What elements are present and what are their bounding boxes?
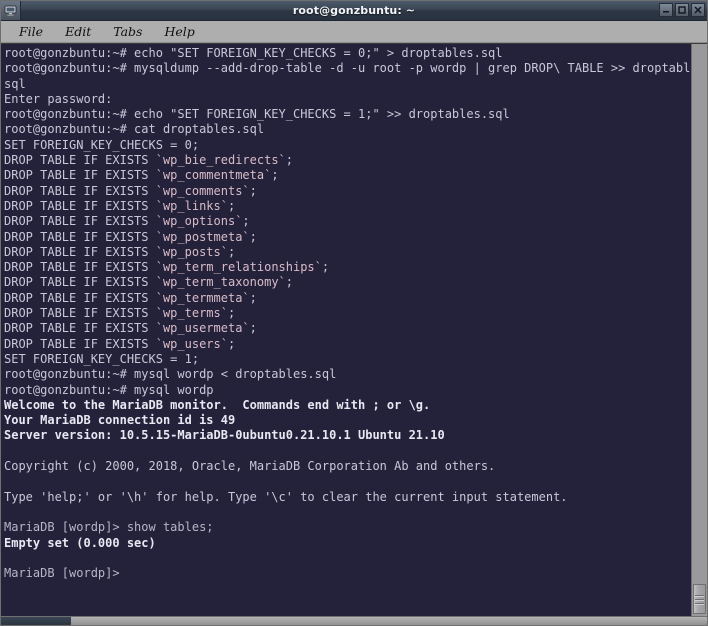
sql-statement-text: DROP TABLE IF EXISTS: [4, 275, 156, 290]
terminal-window: root@gonzbuntu: ~ File Edit Tabs Help ro…: [0, 0, 708, 626]
window-controls: [659, 3, 705, 17]
sql-statement-text: ;: [227, 198, 236, 213]
terminal-line: DROP TABLE IF EXISTS `wp_options`;: [4, 214, 691, 229]
terminal-line: root@gonzbuntu:~# echo "SET FOREIGN_KEY_…: [4, 107, 510, 122]
sql-statement-text: ;: [227, 244, 236, 259]
sql-statement-text: ;: [227, 336, 236, 351]
sql-statement-text: ;: [321, 260, 330, 275]
sql-statement-text: DROP TABLE IF EXISTS: [4, 244, 156, 259]
terminal-line: root@gonzbuntu:~# mysqldump --add-drop-t…: [4, 61, 691, 76]
terminal-line: DROP TABLE IF EXISTS `wp_term_taxonomy`;: [4, 275, 691, 290]
sql-statement-text: ;: [249, 290, 257, 305]
title-bar[interactable]: root@gonzbuntu: ~: [1, 1, 707, 21]
sql-table-identifier: `wp_commentmeta`: [155, 168, 272, 183]
terminal-line: DROP TABLE IF EXISTS `wp_term_relationsh…: [4, 260, 691, 275]
terminal-line: Copyright (c) 2000, 2018, Oracle, MariaD…: [4, 459, 496, 474]
menu-item-edit[interactable]: Edit: [55, 22, 103, 41]
terminal-line: sql: [4, 76, 26, 91]
terminal-line: Your MariaDB connection id is 49: [4, 413, 236, 428]
sql-table-identifier: `wp_term_taxonomy`: [155, 275, 286, 290]
sql-statement-text: DROP TABLE IF EXISTS: [4, 290, 156, 305]
terminal-line: DROP TABLE IF EXISTS `wp_posts`;: [4, 245, 691, 260]
terminal-line: MariaDB [wordp]> show tables;: [4, 520, 214, 535]
sql-statement-text: DROP TABLE IF EXISTS: [4, 183, 156, 198]
terminal-line: DROP TABLE IF EXISTS `wp_terms`;: [4, 306, 691, 321]
sql-table-identifier: `wp_links`: [155, 198, 228, 213]
sql-statement-text: DROP TABLE IF EXISTS: [4, 198, 156, 213]
sql-statement-text: DROP TABLE IF EXISTS: [4, 260, 156, 275]
sql-statement-text: ;: [227, 306, 236, 321]
terminal-line: DROP TABLE IF EXISTS `wp_links`;: [4, 199, 691, 214]
terminal-area: root@gonzbuntu:~# echo "SET FOREIGN_KEY_…: [1, 43, 707, 616]
sql-statement-text: DROP TABLE IF EXISTS: [4, 214, 156, 229]
menu-item-help[interactable]: Help: [154, 22, 206, 41]
scrollbar-grip-line: [695, 598, 704, 600]
scrollbar-grip-line: [695, 602, 704, 604]
sql-statement-text: ;: [285, 275, 293, 290]
terminal-output[interactable]: root@gonzbuntu:~# echo "SET FOREIGN_KEY_…: [1, 44, 691, 616]
sql-statement-text: ;: [285, 153, 293, 168]
close-button[interactable]: [691, 3, 705, 17]
terminal-line: root@gonzbuntu:~# echo "SET FOREIGN_KEY_…: [4, 46, 503, 60]
terminal-line: DROP TABLE IF EXISTS `wp_termmeta`;: [4, 291, 691, 306]
sql-statement-text: ;: [242, 214, 250, 229]
sql-table-identifier: `wp_posts`: [155, 244, 228, 259]
terminal-line: DROP TABLE IF EXISTS `wp_bie_redirects`;: [4, 153, 691, 168]
terminal-line: DROP TABLE IF EXISTS `wp_commentmeta`;: [4, 168, 691, 183]
resize-grip[interactable]: [1, 617, 71, 625]
terminal-line: root@gonzbuntu:~# mysql wordp < droptabl…: [4, 367, 337, 382]
sql-table-identifier: `wp_options`: [155, 214, 243, 229]
sql-statement-text: DROP TABLE IF EXISTS: [4, 336, 156, 351]
terminal-line: SET FOREIGN_KEY_CHECKS = 1;: [4, 351, 200, 366]
window-bottom-frame: [1, 616, 707, 625]
scrollbar-thumb[interactable]: [693, 584, 706, 614]
minimize-button[interactable]: [659, 3, 673, 17]
sql-statement-text: DROP TABLE IF EXISTS: [4, 153, 156, 168]
terminal-line: DROP TABLE IF EXISTS `wp_comments`;: [4, 184, 691, 199]
terminal-line: Enter password:: [4, 91, 113, 106]
sql-statement-text: ;: [249, 321, 257, 336]
terminal-line: root@gonzbuntu:~# cat droptables.sql: [4, 122, 265, 137]
sql-table-identifier: `wp_term_relationships`: [155, 260, 322, 275]
terminal-line: Welcome to the MariaDB monitor. Commands…: [4, 397, 431, 412]
sql-statement-text: ;: [249, 229, 257, 244]
terminal-line: SET FOREIGN_KEY_CHECKS = 0;: [4, 137, 200, 152]
terminal-line: MariaDB [wordp]>: [4, 566, 120, 581]
sql-table-identifier: `wp_bie_redirects`: [155, 153, 286, 168]
terminal-line: Type 'help;' or '\h' for help. Type '\c'…: [4, 489, 568, 504]
sql-statement-text: DROP TABLE IF EXISTS: [4, 168, 156, 183]
sql-statement-text: ;: [249, 183, 257, 198]
sql-table-identifier: `wp_users`: [155, 336, 228, 351]
menu-item-tabs[interactable]: Tabs: [103, 22, 154, 41]
terminal-scrollbar[interactable]: [691, 44, 707, 616]
terminal-monitor-icon: [1, 1, 21, 20]
sql-table-identifier: `wp_comments`: [155, 183, 250, 198]
sql-statement-text: DROP TABLE IF EXISTS: [4, 229, 156, 244]
terminal-line: Server version: 10.5.15-MariaDB-0ubuntu0…: [4, 428, 445, 443]
sql-table-identifier: `wp_usermeta`: [155, 321, 250, 336]
sql-statement-text: DROP TABLE IF EXISTS: [4, 321, 156, 336]
menu-bar: File Edit Tabs Help: [1, 21, 707, 43]
sql-statement-text: DROP TABLE IF EXISTS: [4, 306, 156, 321]
terminal-line: DROP TABLE IF EXISTS `wp_usermeta`;: [4, 321, 691, 336]
menu-item-file[interactable]: File: [9, 22, 55, 41]
terminal-line: root@gonzbuntu:~# mysql wordp: [4, 382, 214, 397]
sql-table-identifier: `wp_termmeta`: [155, 290, 250, 305]
sql-table-identifier: `wp_postmeta`: [155, 229, 250, 244]
sql-table-identifier: `wp_terms`: [155, 306, 228, 321]
maximize-button[interactable]: [675, 3, 689, 17]
sql-statement-text: ;: [271, 168, 279, 183]
scrollbar-grip-line: [695, 594, 704, 596]
window-title: root@gonzbuntu: ~: [292, 4, 416, 17]
terminal-line: DROP TABLE IF EXISTS `wp_postmeta`;: [4, 230, 691, 245]
terminal-line: Empty set (0.000 sec): [4, 535, 156, 550]
terminal-line: DROP TABLE IF EXISTS `wp_users`;: [4, 337, 691, 352]
